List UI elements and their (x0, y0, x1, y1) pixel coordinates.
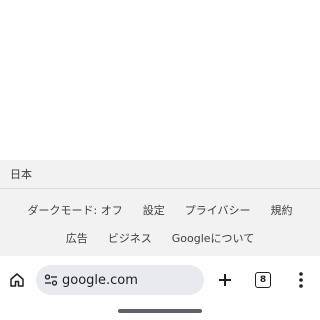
plus-icon (219, 274, 231, 286)
footer-divider (0, 188, 320, 189)
site-settings-icon (44, 274, 58, 286)
browser-page: 日本 ダークモード: オフ 設定 プライバシー 規約 広告 ビジネス Googl… (0, 0, 320, 320)
footer-link-terms[interactable]: 規約 (270, 202, 292, 218)
country-label: 日本 (10, 168, 32, 181)
footer-link-privacy[interactable]: プライバシー (185, 202, 251, 218)
tab-switcher-button[interactable]: 8 (253, 270, 273, 290)
gesture-navigation-bar[interactable] (118, 309, 202, 313)
page-content-area (0, 0, 320, 160)
footer-link-about-google[interactable]: Googleについて (172, 230, 254, 246)
more-menu-button[interactable] (293, 269, 309, 291)
tab-switcher-icon: 8 (255, 272, 271, 288)
address-bar[interactable]: google.com (36, 265, 204, 295)
url-text[interactable]: google.com (62, 273, 138, 288)
new-tab-button[interactable] (214, 269, 236, 291)
tab-count: 8 (259, 275, 267, 285)
home-icon (10, 273, 24, 287)
footer-links-row-1: ダークモード: オフ 設定 プライバシー 規約 (0, 202, 320, 218)
home-button[interactable] (6, 269, 28, 291)
browser-toolbar: google.com 8 (0, 262, 320, 298)
footer-links-row-2: 広告 ビジネス Googleについて (0, 230, 320, 246)
footer-link-dark-mode[interactable]: ダークモード: オフ (28, 202, 123, 218)
footer-link-settings[interactable]: 設定 (143, 202, 165, 218)
site-settings-button[interactable] (44, 273, 58, 287)
footer-link-advertising[interactable]: 広告 (66, 230, 88, 246)
footer-link-business[interactable]: ビジネス (108, 230, 152, 246)
google-footer: 日本 ダークモード: オフ 設定 プライバシー 規約 広告 ビジネス Googl… (0, 160, 320, 256)
more-vert-icon (299, 272, 303, 288)
